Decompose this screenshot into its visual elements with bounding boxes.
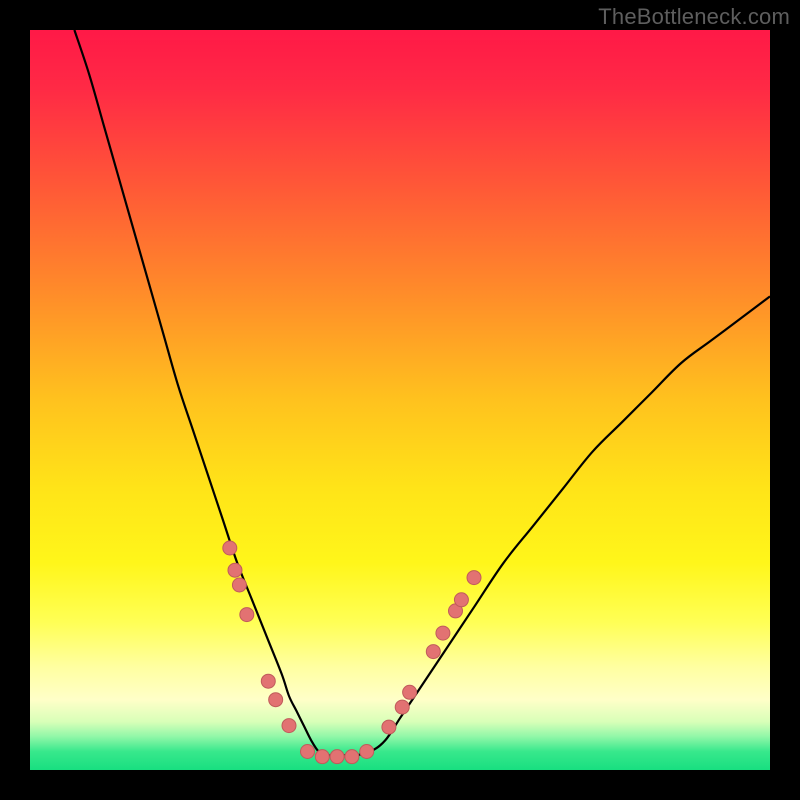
data-point	[223, 541, 237, 555]
watermark-text: TheBottleneck.com	[598, 4, 790, 30]
data-point	[382, 720, 396, 734]
data-point	[240, 608, 254, 622]
data-point	[269, 693, 283, 707]
data-point	[360, 745, 374, 759]
chart-frame: TheBottleneck.com	[0, 0, 800, 800]
data-point	[301, 745, 315, 759]
data-point	[261, 674, 275, 688]
data-point	[228, 563, 242, 577]
data-point	[395, 700, 409, 714]
data-point	[436, 626, 450, 640]
data-point	[345, 750, 359, 764]
chart-svg	[30, 30, 770, 770]
data-point	[403, 685, 417, 699]
data-point	[330, 750, 344, 764]
data-point	[282, 719, 296, 733]
plot-area	[30, 30, 770, 770]
data-point	[467, 571, 481, 585]
bottleneck-curve	[74, 30, 770, 755]
data-point	[232, 578, 246, 592]
data-point	[315, 750, 329, 764]
data-point	[426, 645, 440, 659]
data-point	[454, 593, 468, 607]
